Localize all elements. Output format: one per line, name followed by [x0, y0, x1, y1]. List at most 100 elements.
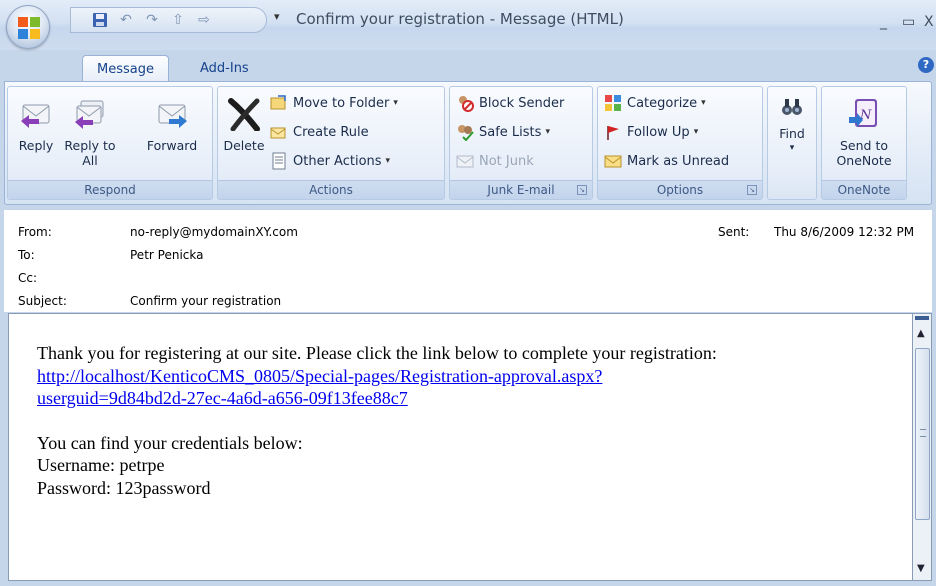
close-button[interactable]: X — [924, 14, 934, 30]
safe-lists-label: Safe Lists — [479, 124, 542, 140]
group-junk-email: Block Sender Safe Lists ▾ Not Junk Junk E… — [449, 86, 593, 200]
group-label-junk-email: Junk E-mail — [450, 180, 592, 199]
subject-label: Subject: — [18, 294, 67, 308]
mark-as-unread-label: Mark as Unread — [627, 153, 730, 169]
body-intro-text: Thank you for registering at our site. P… — [37, 343, 717, 363]
group-label-actions: Actions — [218, 180, 444, 199]
office-button[interactable] — [6, 5, 50, 49]
follow-up-button[interactable]: Follow Up ▾ — [604, 120, 698, 144]
group-actions: Delete Move to Folder ▾ Create Rule Other… — [217, 86, 445, 200]
chevron-down-icon: ▾ — [545, 127, 550, 137]
chevron-down-icon: ▾ — [393, 98, 398, 108]
scrollbar-thumb[interactable] — [915, 348, 930, 520]
categorize-icon — [605, 95, 621, 111]
reply-button[interactable]: Reply — [12, 89, 60, 153]
delete-label: Delete — [223, 138, 265, 153]
undo-icon[interactable]: ↶ — [113, 10, 139, 30]
safe-lists-icon — [458, 125, 474, 141]
move-folder-icon — [270, 95, 286, 110]
create-rule-label: Create Rule — [293, 124, 369, 140]
reply-all-icon — [75, 100, 104, 129]
other-actions-button[interactable]: Other Actions ▾ — [270, 149, 390, 173]
password-text: Password: 123password — [37, 477, 211, 498]
subject-value: Confirm your registration — [130, 294, 282, 308]
credentials-intro-text: You can find your credentials below: — [37, 432, 303, 453]
link-line-2[interactable]: userguid=9d84bd2d-27ec-4a6d-a656-09f13fe… — [37, 388, 408, 408]
categorize-button[interactable]: Categorize ▾ — [604, 91, 706, 115]
onenote-icon: N — [849, 99, 877, 127]
redo-icon[interactable]: ↷ — [139, 10, 165, 30]
up-arrow-icon[interactable]: ⇧ — [165, 10, 191, 30]
block-sender-button[interactable]: Block Sender — [456, 91, 564, 115]
other-actions-label: Other Actions — [293, 153, 382, 169]
tab-message[interactable]: Message — [82, 55, 169, 82]
forward-button[interactable]: Forward — [142, 89, 202, 153]
link-line-1[interactable]: http://localhost/KenticoCMS_0805/Special… — [37, 366, 602, 386]
unread-envelope-icon — [604, 155, 622, 168]
junk-dialog-launcher[interactable]: ↘ — [577, 185, 587, 195]
send-to-onenote-button[interactable]: N Send to OneNote — [828, 89, 900, 168]
chevron-down-icon: ▾ — [789, 143, 795, 153]
vertical-scrollbar[interactable]: ▲ ▼ — [912, 313, 932, 581]
office-logo-icon — [18, 17, 40, 39]
chevron-down-icon: ▾ — [701, 98, 706, 108]
block-sender-label: Block Sender — [479, 95, 565, 111]
document-icon — [272, 152, 286, 170]
sent-label: Sent: — [718, 225, 750, 239]
reply-all-button[interactable]: Reply to All — [62, 89, 118, 168]
cc-label: Cc: — [18, 271, 38, 285]
follow-up-label: Follow Up — [627, 124, 690, 140]
forward-icon — [158, 104, 187, 128]
delete-x-icon — [228, 98, 260, 132]
title-bar: ↶ ↷ ⇧ ⇨ ▾ Confirm your registration - Me… — [0, 0, 936, 50]
rule-envelope-icon — [270, 127, 286, 139]
reply-all-label: Reply to All — [64, 138, 116, 168]
find-button[interactable]: Find ▾ — [770, 89, 814, 156]
move-to-folder-label: Move to Folder — [293, 95, 390, 111]
group-onenote: N Send to OneNote OneNote — [821, 86, 907, 200]
minimize-button[interactable]: _ — [880, 14, 887, 30]
chevron-down-icon: ▾ — [693, 127, 699, 137]
scroll-down-arrow-icon[interactable]: ▼ — [917, 563, 925, 574]
create-rule-button[interactable]: Create Rule — [270, 120, 369, 144]
message-header: From: no-reply@mydomainXY.com Sent: Thu … — [4, 210, 932, 312]
send-to-onenote-label: Send to OneNote — [836, 138, 892, 168]
forward-label: Forward — [146, 138, 198, 153]
not-junk-label: Not Junk — [479, 153, 534, 169]
options-dialog-launcher[interactable]: ↘ — [747, 185, 757, 195]
flag-icon — [607, 126, 619, 140]
from-label: From: — [18, 225, 52, 239]
group-label-onenote: OneNote — [822, 180, 906, 199]
not-junk-icon — [456, 155, 474, 168]
to-label: To: — [18, 248, 35, 262]
window-title: Confirm your registration - Message (HTM… — [296, 10, 624, 28]
not-junk-button[interactable]: Not Junk — [456, 149, 534, 173]
group-options: Categorize ▾ Follow Up ▾ Mark as Unread Op… — [597, 86, 763, 200]
move-to-folder-button[interactable]: Move to Folder ▾ — [270, 91, 398, 115]
delete-button[interactable]: Delete — [222, 89, 266, 153]
maximize-button[interactable]: ▭ — [902, 14, 915, 30]
registration-link[interactable]: http://localhost/KenticoCMS_0805/Special… — [37, 366, 602, 409]
message-body[interactable]: Thank you for registering at our site. P… — [8, 313, 912, 581]
help-icon[interactable]: ? — [918, 57, 934, 73]
tab-add-ins[interactable]: Add-Ins — [186, 55, 263, 82]
grip-icon — [920, 429, 926, 437]
from-value[interactable]: no-reply@mydomainXY.com — [130, 225, 298, 239]
scroll-up-arrow-icon[interactable]: ▲ — [917, 328, 925, 339]
group-label-options: Options — [598, 180, 762, 199]
group-respond: Reply Reply to All Forward Respond — [7, 86, 213, 200]
sent-value: Thu 8/6/2009 12:32 PM — [774, 225, 915, 239]
down-arrow-icon[interactable]: ⇨ — [191, 10, 217, 30]
find-label: Find — [779, 126, 805, 141]
chevron-down-icon: ▾ — [385, 156, 391, 166]
quick-access-toolbar: ↶ ↷ ⇧ ⇨ — [70, 7, 267, 33]
group-label-respond: Respond — [8, 180, 212, 199]
save-icon[interactable] — [87, 10, 113, 30]
mark-as-unread-button[interactable]: Mark as Unread — [604, 149, 729, 173]
scrollbar-splitter[interactable] — [915, 316, 929, 320]
customize-quick-access-button[interactable]: ▾ — [274, 10, 280, 23]
safe-lists-button[interactable]: Safe Lists ▾ — [456, 120, 550, 144]
categorize-label: Categorize — [627, 95, 698, 111]
to-value[interactable]: Petr Penicka — [130, 248, 203, 262]
reply-icon — [21, 104, 50, 128]
